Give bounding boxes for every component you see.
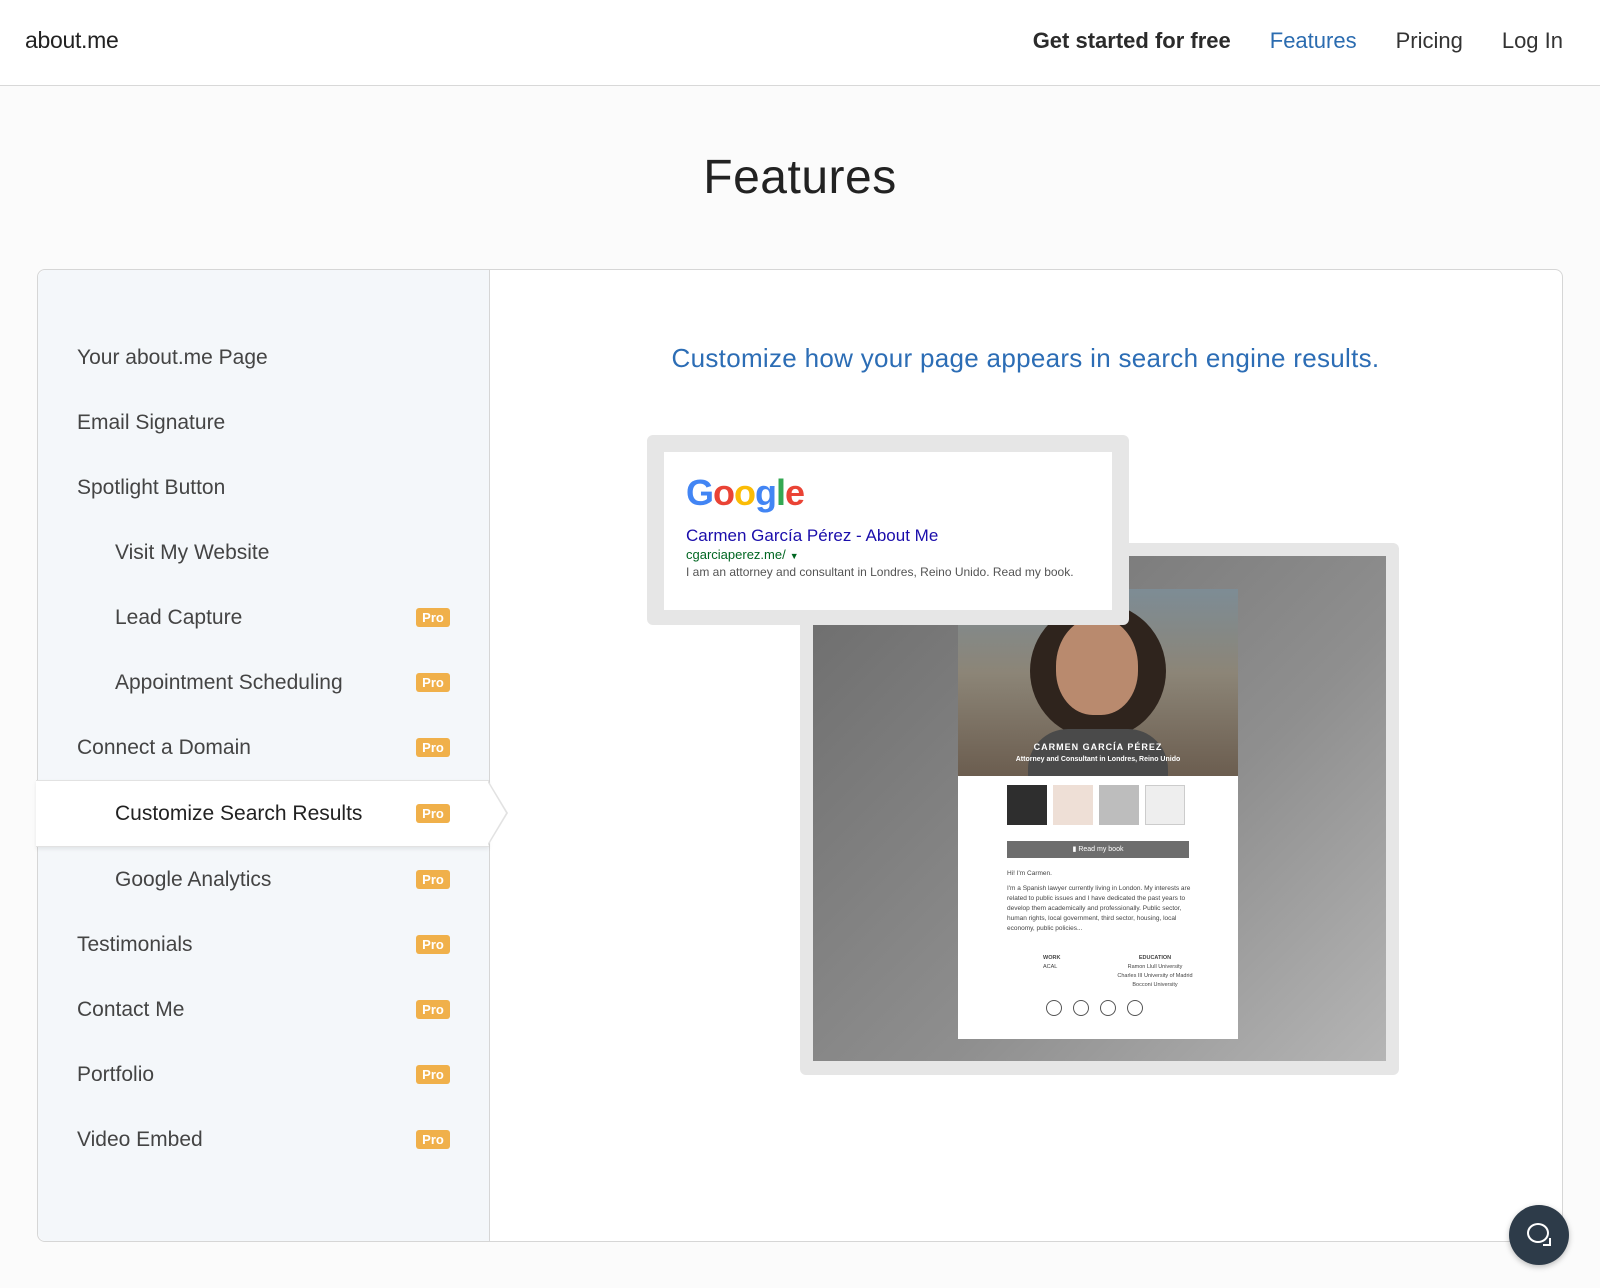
- portfolio-thumbnail: [1053, 785, 1093, 825]
- sidebar-item-spotlight-button[interactable]: Spotlight Button: [38, 455, 489, 520]
- sidebar-item-label: Contact Me: [77, 997, 185, 1021]
- linkedin-icon: [1073, 1000, 1089, 1016]
- sidebar-item-email-signature[interactable]: Email Signature: [38, 390, 489, 455]
- sidebar-item-label: Your about.me Page: [77, 345, 268, 369]
- profile-bio: Hi! I'm Carmen. I'm a Spanish lawyer cur…: [1007, 869, 1192, 934]
- read-my-book-label: Read my book: [1078, 846, 1124, 853]
- work-value: ACAL: [1043, 964, 1058, 970]
- education-item: Bocconi University: [1132, 982, 1178, 988]
- top-navigation-bar: about.me Get started for free Features P…: [0, 0, 1600, 86]
- sidebar-item-customize-search-results[interactable]: Customize Search Results Pro: [36, 780, 508, 847]
- pro-badge: Pro: [416, 935, 450, 954]
- google-logo: Google: [686, 472, 805, 513]
- search-result-description: I am an attorney and consultant in Londr…: [686, 565, 1074, 579]
- sidebar-item-label: Email Signature: [77, 410, 226, 434]
- pro-badge: Pro: [416, 1000, 450, 1019]
- sidebar-item-label: Spotlight Button: [77, 475, 226, 499]
- search-result-preview: Google Carmen García Pérez - About Me cg…: [664, 452, 1112, 610]
- chat-button[interactable]: [1509, 1205, 1569, 1265]
- search-result-url: cgarciaperez.me/▼: [686, 547, 799, 562]
- features-link[interactable]: Features: [1270, 28, 1357, 54]
- portfolio-thumbnail: [1007, 785, 1047, 825]
- education-column: EDUCATION Ramon Llull University Charles…: [1112, 954, 1198, 990]
- sidebar-item-label: Appointment Scheduling: [115, 670, 343, 694]
- search-result-preview-frame: Google Carmen García Pérez - About Me cg…: [647, 435, 1129, 625]
- sidebar-item-label: Testimonials: [77, 932, 193, 956]
- features-panel: Your about.me Page Email Signature Spotl…: [36, 269, 1563, 1242]
- portfolio-thumbnail: [1099, 785, 1139, 825]
- selected-pointer: [487, 781, 506, 845]
- pro-badge: Pro: [416, 1065, 450, 1084]
- profile-preview-background: CARMEN GARCÍA PÉREZ Attorney and Consult…: [813, 556, 1386, 1061]
- work-label: WORK: [1043, 955, 1061, 961]
- profile-name: CARMEN GARCÍA PÉREZ: [1033, 742, 1163, 752]
- pro-badge: Pro: [416, 673, 450, 692]
- portfolio-thumbnail: [1145, 785, 1185, 825]
- pro-badge: Pro: [416, 804, 450, 823]
- chat-bubble-tail: [1543, 1238, 1551, 1246]
- feature-headline: Customize how your page appears in searc…: [671, 343, 1380, 373]
- pro-badge: Pro: [416, 1130, 450, 1149]
- sidebar-item-label: Portfolio: [77, 1062, 155, 1086]
- sidebar-item-connect-a-domain[interactable]: Connect a Domain Pro: [38, 715, 489, 780]
- photo-shirt-shape: [1028, 729, 1168, 776]
- profile-subtitle: Attorney and Consultant in Londres, Rein…: [1015, 756, 1181, 763]
- sidebar-item-your-aboutme-page[interactable]: Your about.me Page: [38, 325, 489, 390]
- sidebar-item-label: Customize Search Results: [115, 801, 363, 825]
- read-my-book-button: ▮ Read my book: [1007, 841, 1189, 858]
- social-links: [1046, 1000, 1143, 1016]
- profile-greeting: Hi! I'm Carmen.: [1007, 870, 1052, 877]
- photo-face-shape: [1056, 617, 1138, 715]
- sidebar-item-contact-me[interactable]: Contact Me Pro: [38, 977, 489, 1042]
- profile-card: CARMEN GARCÍA PÉREZ Attorney and Consult…: [958, 589, 1238, 1039]
- instagram-icon: [1100, 1000, 1116, 1016]
- about-me-logo[interactable]: about.me: [25, 27, 119, 54]
- profile-bio-text: I'm a Spanish lawyer currently living in…: [1007, 885, 1191, 932]
- twitter-icon: [1127, 1000, 1143, 1016]
- sidebar-item-label: Lead Capture: [115, 605, 243, 629]
- education-label: EDUCATION: [1138, 955, 1172, 961]
- features-menu: Your about.me Page Email Signature Spotl…: [36, 325, 508, 1172]
- sidebar-item-video-embed[interactable]: Video Embed Pro: [38, 1107, 489, 1172]
- main-nav: Get started for free Features Pricing Lo…: [994, 28, 1563, 54]
- get-started-link[interactable]: Get started for free: [1033, 28, 1231, 54]
- sidebar-item-label: Google Analytics: [115, 867, 272, 891]
- sidebar-item-label: Video Embed: [77, 1127, 203, 1151]
- sidebar-item-label: Connect a Domain: [77, 735, 251, 759]
- caret-down-icon: ▼: [789, 551, 799, 561]
- sidebar-item-label: Visit My Website: [115, 540, 270, 564]
- portfolio-thumbnails: [1007, 785, 1185, 825]
- education-item: Ramon Llull University: [1127, 964, 1183, 970]
- sidebar-item-google-analytics[interactable]: Google Analytics Pro: [38, 847, 489, 912]
- education-item: Charles III University of Madrid: [1117, 973, 1193, 979]
- sidebar-item-appointment-scheduling[interactable]: Appointment Scheduling Pro: [38, 650, 489, 715]
- features-sidebar: Your about.me Page Email Signature Spotl…: [36, 270, 508, 1241]
- pro-badge: Pro: [416, 870, 450, 889]
- sidebar-item-portfolio[interactable]: Portfolio Pro: [38, 1042, 489, 1107]
- login-link[interactable]: Log In: [1502, 28, 1563, 54]
- search-result-title: Carmen García Pérez - About Me: [686, 526, 939, 545]
- sidebar-item-visit-my-website[interactable]: Visit My Website: [38, 520, 489, 585]
- email-icon: [1046, 1000, 1062, 1016]
- page-title: Features: [703, 151, 897, 204]
- pricing-link[interactable]: Pricing: [1396, 28, 1463, 54]
- work-column: WORK ACAL: [1043, 954, 1103, 972]
- sidebar-item-testimonials[interactable]: Testimonials Pro: [38, 912, 489, 977]
- sidebar-item-lead-capture[interactable]: Lead Capture Pro: [38, 585, 489, 650]
- pro-badge: Pro: [416, 738, 450, 757]
- pro-badge: Pro: [416, 608, 450, 627]
